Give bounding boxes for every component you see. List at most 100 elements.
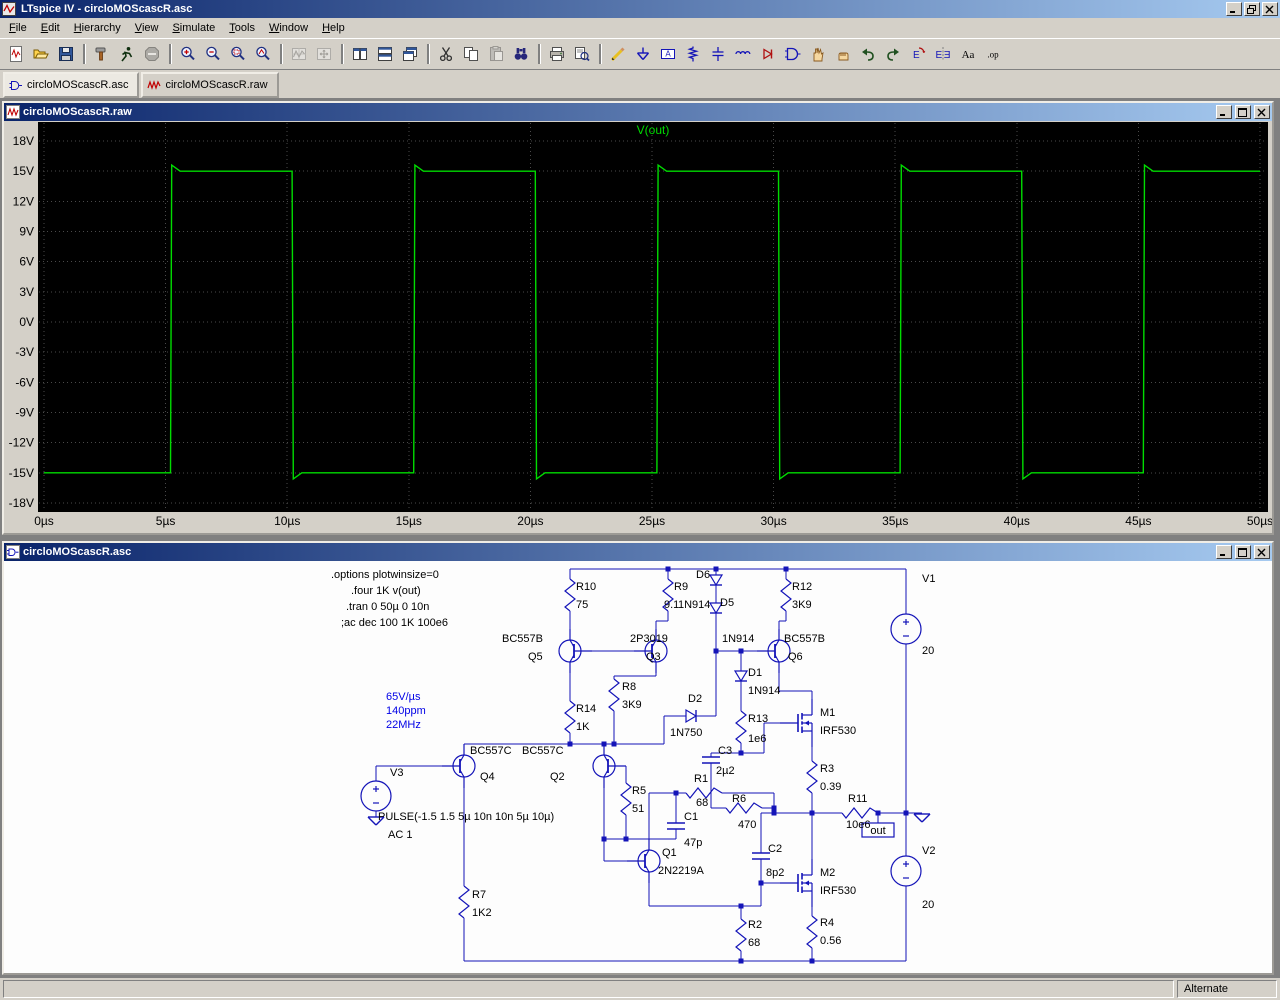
zoom-area-button[interactable] (226, 42, 250, 66)
schematic-text[interactable]: C1 (684, 811, 698, 823)
schematic-minimize-button[interactable] (1216, 545, 1232, 559)
schematic-text[interactable]: R9 (674, 581, 688, 593)
schematic-text[interactable]: 47p (684, 837, 702, 849)
schematic-text[interactable]: Q1 (662, 847, 677, 859)
waveform-window-titlebar[interactable]: circloMOScascR.raw (4, 103, 1272, 121)
wire-button[interactable] (606, 42, 630, 66)
schematic-text[interactable]: 75 (576, 599, 588, 611)
schematic-text[interactable]: D1 (748, 667, 762, 679)
zoom-in-button[interactable] (176, 42, 200, 66)
pan-button[interactable] (312, 42, 336, 66)
schematic-text[interactable]: R10 (576, 581, 596, 593)
waveform-close-button[interactable] (1254, 105, 1270, 119)
component-M2[interactable] (780, 859, 813, 907)
schematic-text[interactable]: 1K2 (472, 907, 492, 919)
component-V1[interactable] (890, 613, 922, 645)
save-button[interactable] (54, 42, 78, 66)
find-button[interactable] (509, 42, 533, 66)
schematic-text[interactable]: Q6 (788, 651, 803, 663)
schematic-text[interactable]: BC557B (502, 633, 543, 645)
schematic-text[interactable]: D5 (720, 597, 734, 609)
waveform-maximize-button[interactable] (1235, 105, 1251, 119)
menu-tools[interactable]: Tools (222, 19, 262, 37)
component-R2[interactable] (735, 918, 747, 952)
rotate-button[interactable]: E (906, 42, 930, 66)
schematic-text[interactable]: .four 1K v(out) (351, 585, 421, 597)
component-C1[interactable] (667, 822, 685, 830)
schematic-text[interactable]: R11 (848, 793, 867, 805)
paste-button[interactable] (484, 42, 508, 66)
net-label-button[interactable]: A (656, 42, 680, 66)
move-button[interactable] (806, 42, 830, 66)
schematic-text[interactable]: 1N914 (678, 599, 710, 611)
schematic-text[interactable]: R14 (576, 703, 596, 715)
waveform-window[interactable]: circloMOScascR.raw 0µs 5µs 10µs 15µs 20µs 25µ… (2, 101, 1274, 535)
schematic-text[interactable]: BC557B (784, 633, 825, 645)
schematic-text[interactable]: R8 (622, 681, 636, 693)
waveform-pane[interactable]: 0µs 5µs 10µs 15µs 20µs 25µs 30µs 35µs 40µs 45µs 50… (4, 121, 1272, 533)
copy-button[interactable] (459, 42, 483, 66)
schematic-text[interactable]: 65V/µs (386, 691, 421, 703)
schematic-text[interactable]: 9.1 (664, 599, 679, 611)
schematic-text[interactable]: BC557C (470, 745, 512, 757)
schematic-text[interactable]: R4 (820, 917, 834, 929)
schematic-text[interactable]: R13 (748, 713, 768, 725)
schematic-text[interactable]: R2 (748, 919, 762, 931)
comment-texts[interactable]: 65V/µs 140ppm 22MHz (386, 691, 426, 731)
menu-help[interactable]: Help (315, 19, 352, 37)
restore-button[interactable] (1244, 2, 1260, 16)
menu-edit[interactable]: Edit (34, 19, 67, 37)
schematic-text[interactable]: AC 1 (388, 829, 412, 841)
schematic-text[interactable]: Q2 (550, 771, 565, 783)
zoom-full-button[interactable] (251, 42, 275, 66)
schematic-text[interactable]: IRF530 (820, 885, 856, 897)
menu-hierarchy[interactable]: Hierarchy (67, 19, 128, 37)
component-R7[interactable] (458, 885, 470, 919)
component-R14[interactable] (564, 700, 576, 734)
component-R4[interactable] (806, 915, 818, 949)
schematic-canvas[interactable]: out R10 75 R9 9.1 D6 1N914 D5 1N914 R12 3K9 V1 20 BC5… (4, 561, 1272, 973)
menu-file[interactable]: File (2, 19, 34, 37)
autorange-y-button[interactable] (287, 42, 311, 66)
component-R13[interactable] (735, 710, 747, 744)
component-C3[interactable] (702, 756, 720, 764)
component-D1[interactable] (733, 670, 749, 683)
schematic-text[interactable]: V3 (390, 767, 403, 779)
schematic-text[interactable]: 51 (632, 803, 644, 815)
schematic-text[interactable]: 0.39 (820, 781, 841, 793)
schematic-text[interactable]: 140ppm (386, 705, 426, 717)
halt-button[interactable] (140, 42, 164, 66)
schematic-text[interactable]: 2N2219A (658, 865, 705, 877)
schematic-text[interactable]: C3 (718, 745, 732, 757)
component-R12[interactable] (780, 578, 792, 612)
schematic-text[interactable]: D2 (688, 693, 702, 705)
schematic-text[interactable]: 8p2 (766, 867, 784, 879)
schematic-text[interactable]: V2 (922, 845, 935, 857)
schematic-text[interactable]: R6 (732, 793, 746, 805)
waveform-minimize-button[interactable] (1216, 105, 1232, 119)
component-GND2[interactable] (913, 813, 931, 823)
schematic-text[interactable]: 3K9 (622, 699, 642, 711)
component-Q2[interactable] (592, 744, 626, 788)
schematic-text[interactable]: R1 (694, 773, 708, 785)
open-button[interactable] (29, 42, 53, 66)
component-R10[interactable] (564, 578, 576, 612)
redo-button[interactable] (881, 42, 905, 66)
component-V2[interactable] (890, 855, 922, 887)
schematic-text[interactable]: 1N750 (670, 727, 702, 739)
schematic-text[interactable]: 1N914 (722, 633, 754, 645)
schematic-text[interactable]: C2 (768, 843, 782, 855)
schematic-text[interactable]: Q4 (480, 771, 495, 783)
schematic-text[interactable]: 2P3019 (630, 633, 668, 645)
capacitor-button[interactable] (706, 42, 730, 66)
schematic-text[interactable]: BC557C (522, 745, 564, 757)
minimize-button[interactable] (1226, 2, 1242, 16)
schematic-text[interactable]: 470 (738, 819, 756, 831)
trace-legend[interactable]: V(out) (637, 123, 670, 137)
spice-directives[interactable]: .options plotwinsize=0 .four 1K v(out) .tr… (331, 569, 448, 629)
app-titlebar[interactable]: LTspice IV - circloMOScascR.asc (0, 0, 1280, 18)
schematic-drawing[interactable]: out R10 75 R9 9.1 D6 1N914 D5 1N914 R12 3K9 V1 20 BC5… (4, 561, 1272, 973)
component-Q1[interactable] (627, 839, 661, 883)
schematic-text[interactable]: IRF530 (820, 725, 856, 737)
component-M1[interactable] (780, 699, 813, 747)
